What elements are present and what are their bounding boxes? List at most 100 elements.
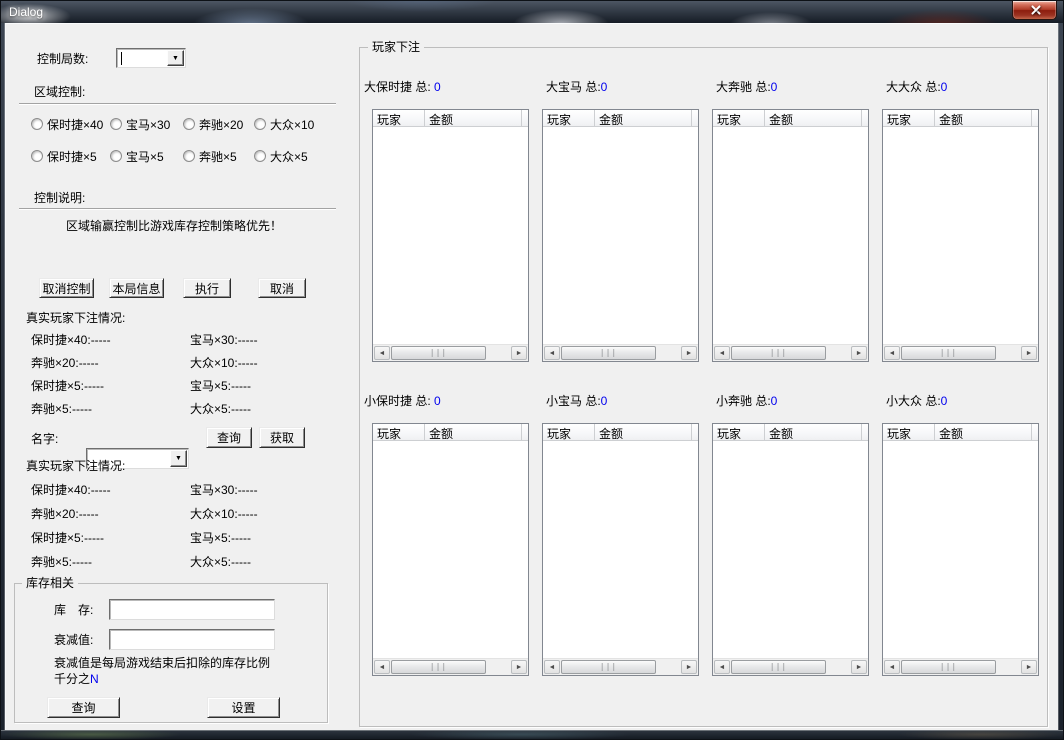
cancel-control-button[interactable]: 取消控制	[39, 278, 94, 298]
scroll-left-icon[interactable]: ◄	[544, 660, 560, 674]
h-scrollbar[interactable]: ◄||| ►	[713, 658, 868, 675]
h-scrollbar[interactable]: ◄||| ►	[883, 344, 1038, 361]
scroll-left-icon[interactable]: ◄	[884, 346, 900, 360]
scroll-left-icon[interactable]: ◄	[884, 660, 900, 674]
scrollbar-thumb[interactable]: |||	[561, 660, 656, 674]
scroll-right-icon[interactable]: ►	[851, 660, 867, 674]
control-rounds-combobox[interactable]: ▼	[116, 48, 186, 68]
column-header-player[interactable]: 玩家	[713, 424, 765, 440]
column-header-amount[interactable]: 金额	[425, 424, 522, 440]
radio-option-benz-20[interactable]: 奔驰×20	[183, 117, 254, 131]
scrollbar-thumb[interactable]: |||	[391, 660, 486, 674]
radio-icon[interactable]	[110, 118, 122, 130]
text-caret	[121, 52, 122, 65]
scroll-left-icon[interactable]: ◄	[544, 346, 560, 360]
fetch-button[interactable]: 获取	[259, 427, 305, 448]
decay-input[interactable]	[109, 629, 275, 650]
control-rounds-input[interactable]	[119, 51, 165, 65]
table-body[interactable]	[883, 441, 1038, 658]
stock-input[interactable]	[109, 599, 275, 620]
header-filler	[522, 110, 528, 126]
radio-icon[interactable]	[183, 118, 195, 130]
column-header-amount[interactable]: 金额	[765, 110, 862, 126]
radio-icon[interactable]	[183, 150, 195, 162]
stock-set-button[interactable]: 设置	[207, 697, 280, 718]
radio-icon[interactable]	[254, 150, 266, 162]
column-header-amount[interactable]: 金额	[935, 424, 1032, 440]
column-header-amount[interactable]: 金额	[935, 110, 1032, 126]
table-body[interactable]	[373, 127, 528, 344]
scrollbar-thumb[interactable]: |||	[561, 346, 656, 360]
bet-value-label: 宝马×30:-----	[190, 483, 258, 507]
table-body[interactable]	[713, 441, 868, 658]
scrollbar-thumb[interactable]: |||	[731, 660, 826, 674]
scrollbar-thumb[interactable]: |||	[731, 346, 826, 360]
thumb-grip-icon: |||	[600, 664, 617, 670]
scroll-right-icon[interactable]: ►	[851, 346, 867, 360]
table-body[interactable]	[543, 127, 698, 344]
scroll-left-icon[interactable]: ◄	[714, 660, 730, 674]
radio-option-benz-5[interactable]: 奔驰×5	[183, 149, 254, 163]
scroll-right-icon[interactable]: ►	[511, 660, 527, 674]
h-scrollbar[interactable]: ◄||| ►	[543, 344, 698, 361]
column-header-amount[interactable]: 金额	[595, 110, 692, 126]
column-header-player[interactable]: 玩家	[543, 110, 595, 126]
player-bets-table: 玩家金额 ◄||| ►	[712, 109, 869, 362]
table-title-text: 小保时捷 总:	[364, 394, 434, 408]
player-bets-table: 玩家金额 ◄||| ►	[372, 423, 529, 676]
h-scrollbar[interactable]: ◄ ||| ►	[543, 658, 698, 675]
column-header-player[interactable]: 玩家	[883, 424, 935, 440]
h-scrollbar[interactable]: ◄||| ►	[373, 658, 528, 675]
window-border-right	[1058, 23, 1063, 739]
h-scrollbar[interactable]: ◄||| ►	[883, 658, 1038, 675]
column-header-player[interactable]: 玩家	[713, 110, 765, 126]
control-rounds-label: 控制局数:	[37, 52, 88, 66]
close-button[interactable]	[1012, 1, 1057, 20]
radio-option-bmw-5[interactable]: 宝马×5	[110, 149, 183, 163]
round-info-button[interactable]: 本局信息	[109, 278, 164, 298]
radio-option-porsche-40[interactable]: 保时捷×40	[31, 117, 110, 131]
column-header-player[interactable]: 玩家	[373, 424, 425, 440]
scrollbar-thumb[interactable]: |||	[901, 346, 996, 360]
column-header-player[interactable]: 玩家	[883, 110, 935, 126]
title-bar[interactable]: Dialog	[1, 1, 1063, 23]
scroll-right-icon[interactable]: ►	[1021, 346, 1037, 360]
scroll-left-icon[interactable]: ◄	[374, 660, 390, 674]
h-scrollbar[interactable]: ◄||| ►	[373, 344, 528, 361]
radio-icon[interactable]	[31, 118, 43, 130]
h-scrollbar[interactable]: ◄||| ►	[713, 344, 868, 361]
column-header-amount[interactable]: 金额	[425, 110, 522, 126]
area-control-label: 区域控制:	[34, 85, 85, 99]
column-header-amount[interactable]: 金额	[765, 424, 862, 440]
scroll-right-icon[interactable]: ►	[1021, 660, 1037, 674]
stock-query-button[interactable]: 查询	[47, 697, 120, 718]
column-header-player[interactable]: 玩家	[543, 424, 595, 440]
cancel-button[interactable]: 取消	[258, 278, 306, 298]
table-body[interactable]	[373, 441, 528, 658]
radio-option-bmw-30[interactable]: 宝马×30	[110, 117, 183, 131]
radio-icon[interactable]	[254, 118, 266, 130]
scrollbar-thumb[interactable]: |||	[901, 660, 996, 674]
table-body[interactable]	[883, 127, 1038, 344]
player-bets-table: 玩家金额 ◄||| ►	[372, 109, 529, 362]
query-button[interactable]: 查询	[206, 427, 252, 448]
radio-option-porsche-5[interactable]: 保时捷×5	[31, 149, 110, 163]
table-body[interactable]	[713, 127, 868, 344]
scroll-right-icon[interactable]: ►	[511, 346, 527, 360]
chevron-down-icon[interactable]: ▼	[170, 450, 187, 467]
table-body[interactable]	[543, 441, 698, 658]
column-header-amount[interactable]: 金额	[595, 424, 692, 440]
player-bets-table: 玩家金额 ◄||| ►	[542, 109, 699, 362]
radio-icon[interactable]	[31, 150, 43, 162]
radio-icon[interactable]	[110, 150, 122, 162]
radio-option-vw-10[interactable]: 大众×10	[254, 117, 341, 131]
scroll-left-icon[interactable]: ◄	[714, 346, 730, 360]
scroll-left-icon[interactable]: ◄	[374, 346, 390, 360]
execute-button[interactable]: 执行	[183, 278, 231, 298]
scroll-right-icon[interactable]: ►	[681, 346, 697, 360]
radio-option-vw-5[interactable]: 大众×5	[254, 149, 341, 163]
chevron-down-icon[interactable]: ▼	[167, 50, 184, 66]
scrollbar-thumb[interactable]: |||	[391, 346, 486, 360]
scroll-right-icon[interactable]: ►	[681, 660, 697, 674]
column-header-player[interactable]: 玩家	[373, 110, 425, 126]
